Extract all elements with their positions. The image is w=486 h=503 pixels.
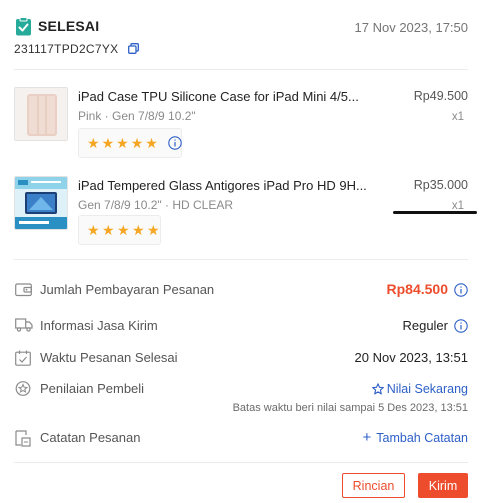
item-variant: Gen 7/8/9 10.2" · HD CLEAR: [78, 198, 233, 212]
order-status: SELESAI: [38, 18, 100, 34]
info-icon[interactable]: [454, 283, 468, 297]
completed-check-icon: [15, 17, 32, 36]
plus-icon: +: [362, 429, 372, 446]
add-note-link[interactable]: + Tambah Catatan: [362, 429, 469, 446]
star-icon: ★: [116, 134, 129, 151]
star-icon: ★: [101, 134, 115, 151]
star-icon: ★: [87, 221, 100, 238]
payment-total-label: Jumlah Pembayaran Pesanan: [40, 282, 215, 297]
copy-icon[interactable]: [128, 43, 139, 54]
details-button[interactable]: Rincian: [342, 473, 405, 498]
rate-now-link[interactable]: Nilai Sekarang: [371, 382, 468, 396]
star-icon: ★: [102, 221, 115, 238]
shipping-info-value: Reguler: [402, 318, 448, 333]
info-icon[interactable]: [454, 319, 468, 333]
item-quantity: x1: [451, 111, 464, 123]
order-id: 231117TPD2C7YX: [14, 42, 119, 56]
truck-icon: [15, 318, 33, 332]
item-title[interactable]: iPad Case TPU Silicone Case for iPad Min…: [78, 89, 398, 104]
product-thumbnail-tempered-glass[interactable]: [14, 176, 68, 230]
wallet-icon: [15, 282, 32, 297]
annotation-underline: [393, 211, 477, 214]
send-button[interactable]: Kirim: [418, 473, 468, 498]
order-date: 17 Nov 2023, 17:50: [354, 20, 468, 35]
rate-now-label: Nilai Sekarang: [386, 382, 468, 396]
note-icon: [15, 430, 31, 447]
star-icon: ★: [130, 134, 144, 151]
shipping-info-label: Informasi Jasa Kirim: [40, 318, 158, 333]
calendar-check-icon: [15, 350, 31, 366]
footer-divider: [14, 462, 468, 463]
order-notes-label: Catatan Pesanan: [40, 430, 141, 445]
item-rating: ★ ★ ★ ★ ★: [78, 215, 161, 245]
item-price: Rp49.500: [413, 89, 468, 103]
buyer-review-label: Penilaian Pembeli: [40, 381, 145, 396]
completed-time-value: 20 Nov 2023, 13:51: [354, 350, 468, 365]
star-badge-icon: [15, 381, 31, 398]
payment-total-value: Rp84.500: [386, 281, 448, 297]
header-divider: [14, 69, 468, 70]
info-icon[interactable]: [168, 136, 182, 150]
product-thumbnail-ipad-case[interactable]: [14, 87, 68, 141]
item-price: Rp35.000: [413, 178, 468, 192]
review-deadline: Batas waktu beri nilai sampai 5 Des 2023…: [232, 402, 468, 414]
completed-time-label: Waktu Pesanan Selesai: [40, 350, 178, 365]
item-variant: Pink · Gen 7/8/9 10.2": [78, 109, 196, 123]
star-icon: ★: [87, 134, 100, 151]
star-icon: ★: [117, 221, 130, 238]
star-icon: ★: [147, 221, 160, 238]
items-divider: [14, 259, 468, 260]
star-icon: ★: [132, 221, 145, 238]
star-icon: ★: [145, 134, 158, 151]
star-outline-icon: [371, 383, 384, 395]
item-rating: ★ ★ ★ ★ ★: [78, 128, 182, 158]
add-note-label: Tambah Catatan: [376, 431, 468, 445]
item-title[interactable]: iPad Tempered Glass Antigores iPad Pro H…: [78, 178, 398, 193]
